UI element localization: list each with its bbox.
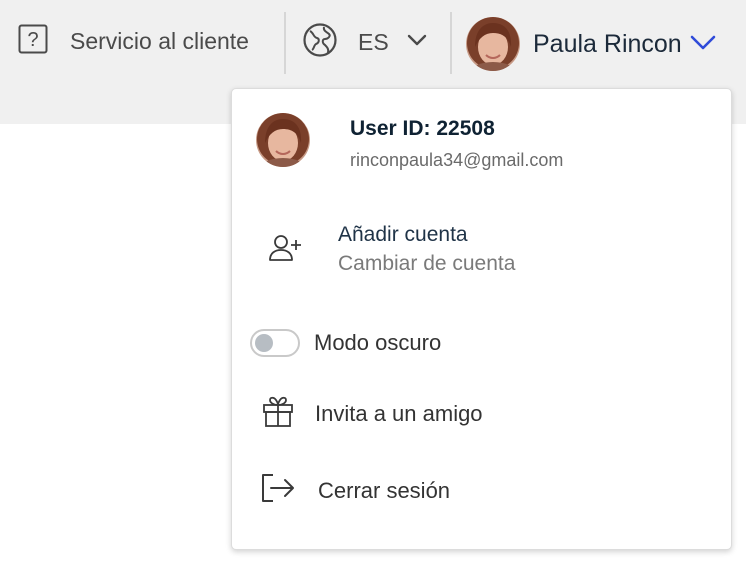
user-dropdown-menu: User ID: 22508 rinconpaula34@gmail.com A… xyxy=(231,88,732,550)
dark-mode-toggle[interactable] xyxy=(250,329,300,357)
logout-icon xyxy=(260,473,296,508)
svg-text:?: ? xyxy=(27,29,38,51)
avatar xyxy=(256,113,310,167)
user-menu-toggle[interactable]: Paula Rincon xyxy=(466,16,716,72)
add-user-icon xyxy=(268,233,302,268)
divider xyxy=(284,12,286,74)
add-account-subtitle: Cambiar de cuenta xyxy=(338,252,516,275)
invite-friend-label: Invita a un amigo xyxy=(315,400,483,426)
gift-icon xyxy=(261,394,295,433)
chevron-down-icon xyxy=(407,33,427,51)
customer-service-label: Servicio al cliente xyxy=(70,27,249,54)
logout-item[interactable]: Cerrar sesión xyxy=(260,473,450,508)
user-id: User ID: 22508 xyxy=(350,117,495,140)
divider xyxy=(450,12,452,74)
globe-icon xyxy=(302,22,338,63)
user-email: rinconpaula34@gmail.com xyxy=(350,150,564,170)
add-account-title: Añadir cuenta xyxy=(338,223,468,246)
question-square-icon: ? xyxy=(18,24,48,59)
toggle-knob xyxy=(255,334,273,352)
avatar xyxy=(466,17,520,71)
dark-mode-label: Modo oscuro xyxy=(314,330,442,355)
dark-mode-item[interactable]: Modo oscuro xyxy=(250,329,441,357)
language-selector[interactable]: ES xyxy=(302,22,427,62)
add-account-item[interactable]: Añadir cuenta Cambiar de cuenta xyxy=(268,221,515,279)
language-label: ES xyxy=(358,28,389,55)
customer-service-link[interactable]: ? Servicio al cliente xyxy=(18,24,249,58)
chevron-down-icon xyxy=(690,34,716,55)
user-name: Paula Rincon xyxy=(533,29,682,58)
logout-label: Cerrar sesión xyxy=(318,477,451,503)
invite-friend-item[interactable]: Invita a un amigo xyxy=(261,394,483,433)
